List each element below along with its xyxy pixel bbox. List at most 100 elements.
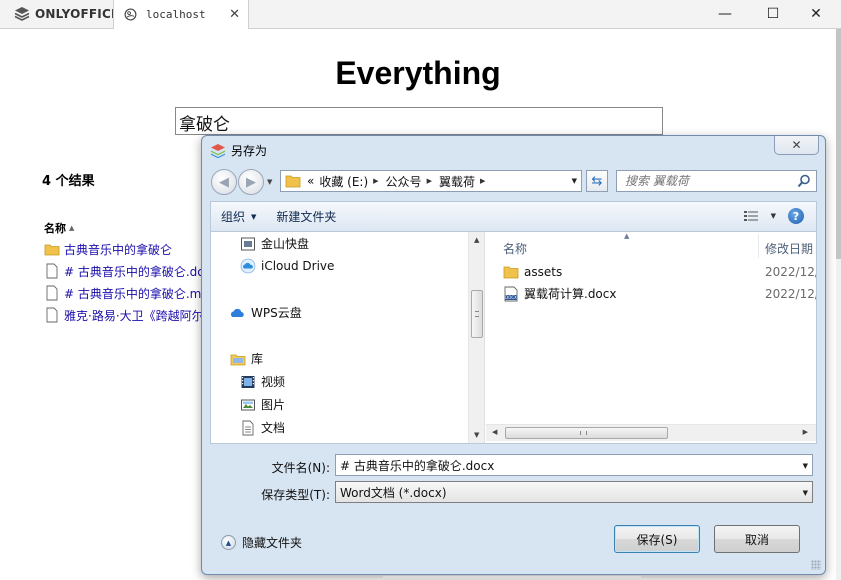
breadcrumb-chevron-icon[interactable]: ▶ <box>373 177 378 185</box>
filetype-value: Word文档 (*.docx) <box>340 485 447 500</box>
breadcrumb-current[interactable]: 翼载荷 <box>439 173 475 190</box>
nav-item-library[interactable]: 库 <box>230 350 263 367</box>
folder-search-input[interactable] <box>617 171 787 191</box>
refresh-button[interactable]: ⇆ <box>586 170 608 192</box>
list-item[interactable]: 古典音乐中的拿破仑 <box>44 238 204 260</box>
result-link[interactable]: 雅克·路易·大卫《跨越阿尔 <box>64 307 204 324</box>
save-button[interactable]: 保存(S) <box>614 525 700 553</box>
nav-item-wps-cloud[interactable]: WPS云盘 <box>230 304 302 321</box>
docx-icon: DOCX <box>504 286 518 301</box>
recent-locations-dropdown-icon[interactable]: ▼ <box>267 178 272 186</box>
filename-field[interactable]: # 古典音乐中的拿破仑.docx ▼ <box>335 454 813 476</box>
forward-button[interactable]: ▶ <box>238 169 264 195</box>
arrow-right-icon: ▶ <box>246 174 256 190</box>
organize-button[interactable]: 组织 ▼ <box>211 208 266 225</box>
window-close-button[interactable]: ✕ <box>801 3 831 25</box>
dialog-titlebar: 另存为 <box>210 142 267 159</box>
breadcrumb-chevron-icon[interactable]: ▶ <box>480 177 485 185</box>
breadcrumb-folder[interactable]: 公众号 <box>386 173 422 190</box>
breadcrumb-chevron-icon[interactable]: ▶ <box>427 177 432 185</box>
filename-label: 文件名(N): <box>271 461 330 475</box>
file-name: 翼载荷计算.docx <box>524 287 617 301</box>
tab-label: localhost <box>146 8 206 21</box>
file-name: assets <box>524 265 563 279</box>
back-button[interactable]: ◀ <box>211 169 237 195</box>
tab-close-icon[interactable]: ✕ <box>229 7 240 22</box>
folder-icon <box>503 266 519 279</box>
save-as-dialog: 另存为 ✕ ◀ ▶ ▼ « 收藏 (E:) ▶ 公众号 ▶ 翼载荷 ▶ ▼ ⇆ … <box>201 135 826 575</box>
view-dropdown-icon[interactable]: ▼ <box>771 212 776 220</box>
onlyoffice-logo: ONLYOFFICE <box>14 6 119 22</box>
list-item[interactable]: 雅克·路易·大卫《跨越阿尔 <box>44 304 204 326</box>
maximize-button[interactable]: ☐ <box>758 3 788 25</box>
column-divider[interactable] <box>758 234 759 258</box>
file-row-assets[interactable]: assets 2022/12/3 <box>503 264 816 280</box>
nav-item-label: 文档 <box>261 421 286 435</box>
filetype-label: 保存类型(T): <box>261 488 330 502</box>
nav-item-documents[interactable]: 文档 <box>240 419 285 436</box>
icloud-icon <box>240 258 256 274</box>
file-list-pane: ▲ 名称 修改日期 assets 2022/12/3 DOCX 翼载荷计算.do… <box>486 232 816 443</box>
scroll-left-icon[interactable]: ◀ <box>492 428 497 436</box>
nav-item-kuaipan[interactable]: 金山快盘 <box>240 235 309 252</box>
scroll-right-icon[interactable]: ▶ <box>803 428 808 436</box>
folder-search-box[interactable] <box>616 170 817 192</box>
svg-text:DOCX: DOCX <box>505 295 517 300</box>
result-link[interactable]: 古典音乐中的拿破仑 <box>64 241 172 258</box>
nav-item-label: 金山快盘 <box>261 237 310 251</box>
result-link[interactable]: # 古典音乐中的拿破仑.md <box>64 285 204 302</box>
browser-tab-localhost[interactable]: localhost ✕ <box>113 0 249 29</box>
cancel-button[interactable]: 取消 <box>714 525 800 553</box>
search-input[interactable]: 拿破仑 <box>175 107 663 135</box>
nav-item-label: 库 <box>251 352 264 366</box>
chevron-down-icon[interactable]: ▼ <box>803 462 808 470</box>
page-scrollbar[interactable] <box>836 29 841 580</box>
scroll-down-icon[interactable]: ▼ <box>474 431 479 439</box>
column-header-name[interactable]: 名称 <box>503 240 527 257</box>
results-list: 古典音乐中的拿破仑 # 古典音乐中的拿破仑.doc # 古典音乐中的拿破仑.md… <box>44 238 204 326</box>
wps-cloud-icon <box>230 308 244 317</box>
hide-folders-toggle[interactable]: ▲ 隐藏文件夹 <box>221 534 302 551</box>
result-link[interactable]: # 古典音乐中的拿破仑.doc <box>64 263 204 280</box>
chevron-down-icon[interactable]: ▼ <box>803 489 808 497</box>
column-header-name[interactable]: 名称 ▲ <box>44 220 74 236</box>
file-list-hscrollbar[interactable]: ◀ ▶ <box>486 424 816 441</box>
new-folder-button[interactable]: 新建文件夹 <box>266 208 346 225</box>
nav-item-pictures[interactable]: 图片 <box>240 396 285 413</box>
file-list-hscrollbar-thumb[interactable] <box>505 427 668 439</box>
minimize-button[interactable]: — <box>710 3 740 25</box>
nav-item-icloud[interactable]: iCloud Drive <box>240 258 334 274</box>
browser-titlebar: ONLYOFFICE localhost ✕ — ☐ ✕ <box>0 0 841 29</box>
file-row-docx[interactable]: DOCX 翼载荷计算.docx 2022/12/4 <box>503 285 816 302</box>
view-list-icon[interactable] <box>744 210 758 222</box>
help-button[interactable]: ? <box>788 208 804 224</box>
scroll-up-icon[interactable]: ▲ <box>474 236 479 244</box>
dialog-toolbar: 组织 ▼ 新建文件夹 ▼ ? <box>210 201 817 231</box>
grip-icon <box>580 431 587 435</box>
library-icon <box>230 354 246 365</box>
breadcrumb-overflow[interactable]: « <box>307 174 314 188</box>
column-header-date[interactable]: 修改日期 <box>765 240 813 257</box>
browser-panes: 金山快盘 iCloud Drive WPS云盘 库 视频 图片 文档 ▲ ▼ ▲… <box>210 231 817 444</box>
search-icon[interactable] <box>797 174 811 188</box>
address-bar[interactable]: « 收藏 (E:) ▶ 公众号 ▶ 翼载荷 ▶ ▼ <box>280 170 582 192</box>
filetype-select[interactable]: Word文档 (*.docx) ▼ <box>335 481 813 503</box>
dialog-close-button[interactable]: ✕ <box>774 136 819 155</box>
background-strip <box>383 576 641 580</box>
list-item[interactable]: # 古典音乐中的拿破仑.md <box>44 282 204 304</box>
breadcrumb-drive[interactable]: 收藏 (E:) <box>319 173 368 190</box>
navigation-scrollbar-thumb[interactable] <box>471 290 483 338</box>
globe-icon <box>124 8 137 21</box>
sort-ascending-icon: ▲ <box>69 224 75 232</box>
new-folder-label: 新建文件夹 <box>276 210 337 224</box>
resize-grip-icon[interactable] <box>811 560 821 570</box>
nav-item-videos[interactable]: 视频 <box>240 373 285 390</box>
page-title: Everything <box>335 55 501 91</box>
navigation-scrollbar[interactable]: ▲ ▼ <box>468 232 484 443</box>
sort-ascending-icon: ▲ <box>624 232 630 240</box>
onlyoffice-logo-icon <box>14 7 30 21</box>
page-scrollbar-thumb[interactable] <box>836 29 841 259</box>
list-item[interactable]: # 古典音乐中的拿破仑.doc <box>44 260 204 282</box>
video-icon <box>241 375 255 388</box>
address-dropdown-icon[interactable]: ▼ <box>572 177 577 185</box>
